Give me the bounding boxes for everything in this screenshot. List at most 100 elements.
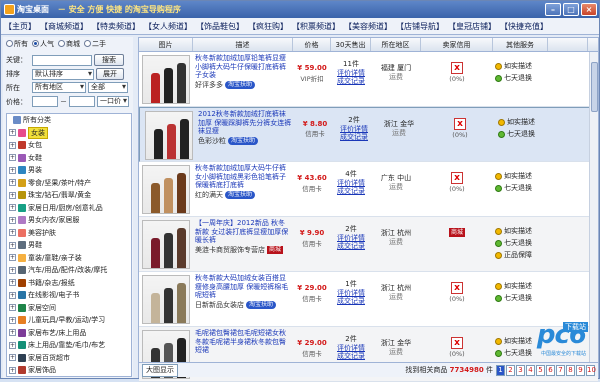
expand-icon[interactable]: + — [9, 179, 16, 187]
menu-item-10[interactable]: 【快捷充值】 — [499, 20, 549, 33]
expand-icon[interactable]: + — [9, 204, 16, 212]
menu-item-3[interactable]: 【女人频道】 — [143, 20, 193, 33]
expand-icon[interactable]: + — [9, 254, 16, 262]
record-link[interactable]: 成交记录 — [337, 352, 365, 360]
product-title-link[interactable]: 秋冬新款大码加绒女装百搭显瘦修身高腰加厚 保暖短裤棉毛呢短裤 — [195, 274, 291, 300]
tree-item[interactable]: + 家居百货超市 — [7, 352, 131, 365]
column-header[interactable]: 其他服务 — [493, 38, 548, 51]
tree-item[interactable]: + 女包 — [7, 139, 131, 152]
expand-icon[interactable]: + — [9, 266, 16, 274]
table-row[interactable]: 2012秋冬新款加绒打底裤袜 加厚 保暖踩脚裤先分裤女连裤袜显瘦 色彩沙粒 淘宝扶助… — [139, 107, 598, 162]
description-cell[interactable]: 秋冬新款加绒加厚大码牛仔裤女小脚裤加绒黑彩色铅笔裤子保暖裤底打底裤 红的满天 淘宝扶… — [193, 162, 293, 216]
sort-select[interactable]: 默认排序 — [32, 68, 94, 80]
description-cell[interactable]: 【一周年庆】2012新品 秋冬新款 女过装打底裤显瘦加厚保暖长裤 美涟卡商贸服饰专… — [193, 217, 293, 271]
tree-item[interactable]: + 美容护肤 — [7, 227, 131, 240]
expand-icon[interactable]: + — [9, 166, 16, 174]
review-link[interactable]: 评价详情 — [337, 289, 365, 297]
price-type-select[interactable]: 一口价 — [97, 96, 129, 107]
table-row[interactable]: 秋冬新款大码加绒女装百搭显瘦修身高腰加厚 保暖短裤棉毛呢短裤 日新新品女装店 淘宝扶… — [139, 272, 598, 327]
keyword-input[interactable] — [32, 54, 92, 66]
price-max-input[interactable] — [69, 96, 95, 107]
type-radio-0[interactable]: 所有 — [6, 39, 28, 49]
menu-item-9[interactable]: 【皇冠店铺】 — [447, 20, 497, 33]
type-radio-3[interactable]: 二手 — [84, 39, 106, 49]
column-header[interactable]: 价格 — [293, 38, 331, 51]
expand-icon[interactable]: + — [9, 141, 16, 149]
record-link[interactable]: 成交记录 — [337, 297, 365, 305]
image-cell[interactable] — [139, 217, 193, 271]
expand-button[interactable]: 展开 — [96, 68, 124, 80]
review-link[interactable]: 评价详情 — [337, 179, 365, 187]
page-button[interactable]: 3 — [516, 364, 525, 376]
tree-item[interactable]: + 床上用品/靠垫/毛巾/布艺 — [7, 339, 131, 352]
menu-item-5[interactable]: 【疯狂购】 — [247, 20, 289, 33]
seller-name[interactable]: 美涟卡商贸服饰专营店 — [195, 246, 265, 255]
tree-item[interactable]: + 家居布艺/床上用品 — [7, 327, 131, 340]
tree-item[interactable]: + 书籍/杂志/报纸 — [7, 277, 131, 290]
record-link[interactable]: 成交记录 — [340, 133, 368, 141]
product-thumbnail[interactable] — [142, 55, 190, 104]
image-cell[interactable] — [139, 162, 193, 216]
expand-icon[interactable]: + — [9, 304, 16, 312]
review-link[interactable]: 评价详情 — [340, 125, 368, 133]
record-link[interactable]: 成交记录 — [337, 242, 365, 250]
expand-icon[interactable]: + — [9, 154, 16, 162]
price-min-input[interactable] — [32, 96, 58, 107]
maximize-icon[interactable]: □ — [563, 3, 579, 16]
product-thumbnail[interactable] — [142, 220, 190, 269]
image-cell[interactable] — [139, 272, 193, 326]
product-thumbnail[interactable] — [145, 111, 193, 160]
review-link[interactable]: 评价详情 — [337, 344, 365, 352]
page-button[interactable]: 6 — [546, 364, 555, 376]
expand-icon[interactable]: + — [9, 329, 16, 337]
type-radio-1[interactable]: 人气 — [32, 39, 54, 49]
tree-item[interactable]: + 男女内衣/家居服 — [7, 214, 131, 227]
product-title-link[interactable]: 【一周年庆】2012新品 秋冬新款 女过装打底裤显瘦加厚保暖长裤 — [195, 219, 291, 245]
tree-item[interactable]: + 在线影视/电子书 — [7, 289, 131, 302]
tree-item[interactable]: + 零食/坚果/茶叶/特产 — [7, 177, 131, 190]
tree-item[interactable]: + 男鞋 — [7, 239, 131, 252]
page-button[interactable]: 2 — [506, 364, 515, 376]
tree-item[interactable]: + 珠宝/钻石/翡翠/黄金 — [7, 189, 131, 202]
city-select[interactable]: 全部 — [88, 82, 128, 93]
column-header[interactable]: 所在地区 — [371, 38, 421, 51]
review-link[interactable]: 评价详情 — [337, 234, 365, 242]
expand-icon[interactable]: + — [9, 354, 16, 362]
review-link[interactable]: 评价详情 — [337, 69, 365, 77]
vertical-scrollbar[interactable] — [589, 52, 598, 363]
image-cell[interactable] — [139, 52, 193, 106]
image-cell[interactable] — [142, 108, 196, 161]
tree-item[interactable]: + 女装 — [7, 126, 131, 140]
product-title-link[interactable]: 2012秋冬新款加绒打底裤袜 加厚 保暖踩脚裤先分裤女连裤袜显瘦 — [198, 110, 294, 136]
expand-icon[interactable]: + — [9, 216, 16, 224]
table-row[interactable]: 秋冬新款加绒加厚铅笔裤显瘦小脚裤大码牛仔保暖打底裤裤子女装 好评多多 淘宝扶助 ¥ 5… — [139, 52, 598, 107]
page-button[interactable]: 7 — [556, 364, 565, 376]
type-radio-2[interactable]: 商城 — [58, 39, 80, 49]
seller-name[interactable]: 好评多多 — [195, 81, 223, 90]
column-header[interactable]: 30天售出 — [331, 38, 371, 51]
radio-circle-icon[interactable] — [32, 40, 39, 47]
page-button[interactable]: 1 — [496, 364, 505, 376]
minimize-icon[interactable]: – — [545, 3, 561, 16]
seller-name[interactable]: 日新新品女装店 — [195, 301, 244, 310]
tree-item[interactable]: + 童装/童鞋/亲子装 — [7, 252, 131, 265]
table-row[interactable]: 【一周年庆】2012新品 秋冬新款 女过装打底裤显瘦加厚保暖长裤 美涟卡商贸服饰专… — [139, 217, 598, 272]
expand-icon[interactable]: + — [9, 129, 16, 137]
region-select[interactable]: 所有地区 — [32, 82, 86, 93]
description-cell[interactable]: 秋冬新款加绒加厚铅笔裤显瘦小脚裤大码牛仔保暖打底裤裤子女装 好评多多 淘宝扶助 — [193, 52, 293, 106]
expand-icon[interactable]: + — [9, 366, 16, 374]
product-title-link[interactable]: 秋冬新款加绒加厚大码牛仔裤女小脚裤加绒黑彩色铅笔裤子保暖裤底打底裤 — [195, 164, 291, 190]
expand-icon[interactable]: + — [9, 316, 16, 324]
search-button[interactable]: 搜索 — [94, 54, 124, 66]
expand-icon[interactable]: + — [9, 191, 16, 199]
tree-item[interactable]: + 女鞋 — [7, 152, 131, 165]
expand-icon[interactable]: + — [9, 279, 16, 287]
menu-item-0[interactable]: 【主页】 — [3, 20, 37, 33]
tree-item[interactable]: + 男装 — [7, 164, 131, 177]
product-title-link[interactable]: 毛呢裙包臀裙包毛呢短裙女秋冬款毛呢裙半身裙秋冬款包臀短裙 — [195, 329, 291, 355]
description-cell[interactable]: 2012秋冬新款加绒打底裤袜 加厚 保暖踩脚裤先分裤女连裤袜显瘦 色彩沙粒 淘宝扶助 — [196, 108, 296, 161]
radio-circle-icon[interactable] — [84, 40, 91, 47]
page-button[interactable]: 8 — [566, 364, 575, 376]
record-link[interactable]: 成交记录 — [337, 77, 365, 85]
description-cell[interactable]: 秋冬新款大码加绒女装百搭显瘦修身高腰加厚 保暖短裤棉毛呢短裤 日新新品女装店 淘宝扶… — [193, 272, 293, 326]
